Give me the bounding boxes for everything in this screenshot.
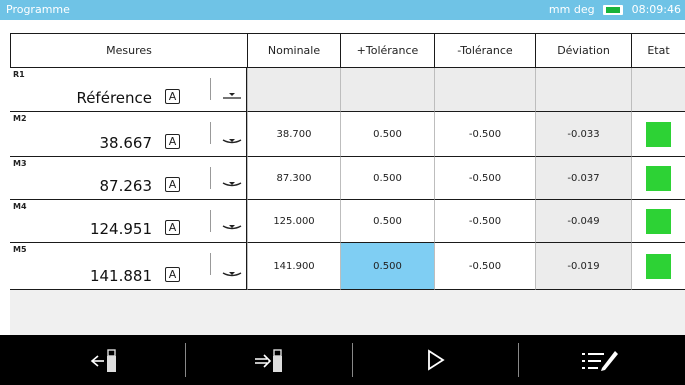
nominal-cell[interactable]: 87.300 — [247, 157, 340, 200]
nominal-cell[interactable]: 141.900 — [247, 243, 340, 290]
edit-list-icon — [582, 351, 618, 371]
header-deviation: Déviation — [535, 33, 631, 68]
status-area: mm deg 08:09:46 — [549, 3, 681, 16]
mode-box[interactable]: A — [165, 177, 180, 192]
header-plus-tolerance: +Tolérance — [340, 33, 434, 68]
nominal-cell[interactable]: 125.000 — [247, 200, 340, 243]
title-bar: Programme mm deg 08:09:46 — [0, 0, 685, 20]
dropdown-arrow-icon[interactable] — [222, 91, 242, 101]
dropdown-arrow-icon[interactable] — [222, 136, 242, 146]
divider — [210, 78, 211, 100]
toolbar-divider — [185, 343, 186, 377]
empty-row[interactable] — [10, 290, 685, 335]
play-icon — [428, 349, 445, 371]
header-minus-tolerance: -Tolérance — [434, 33, 535, 68]
plus-tol-cell[interactable]: 0.500 — [340, 200, 434, 243]
usb-import-icon — [90, 349, 116, 372]
edit-program-button[interactable] — [530, 335, 670, 385]
plus-tol-cell[interactable]: 0.500 — [340, 157, 434, 200]
mode-box[interactable]: A — [165, 89, 180, 104]
deviation-cell: -0.037 — [535, 157, 631, 200]
app-title: Programme — [6, 3, 70, 16]
units-label: mm deg — [548, 3, 595, 16]
row-id: M2 — [13, 114, 27, 123]
export-usb-button[interactable] — [200, 335, 340, 385]
battery-icon — [602, 4, 623, 15]
minus-tol-cell[interactable]: -0.500 — [434, 243, 535, 290]
dropdown-arrow-icon[interactable] — [222, 179, 242, 189]
play-button[interactable] — [366, 335, 506, 385]
minus-tol-cell[interactable]: -0.500 — [434, 112, 535, 157]
header-mesures: Mesures — [10, 33, 247, 68]
mode-box[interactable]: A — [165, 134, 180, 149]
nominal-cell[interactable] — [247, 68, 340, 112]
toolbar-divider — [352, 343, 353, 377]
dropdown-arrow-icon[interactable] — [222, 269, 242, 279]
row-id: M3 — [13, 159, 27, 168]
measure-value: 38.667 — [99, 134, 153, 152]
clock: 08:09:46 — [631, 3, 681, 16]
deviation-cell — [535, 68, 631, 112]
minus-tol-cell[interactable] — [434, 68, 535, 112]
header-etat: Etat — [631, 33, 685, 68]
usb-export-icon — [255, 349, 282, 372]
measure-value: Référence — [76, 89, 152, 107]
measure-cell-m5[interactable]: M5 141.881 A — [10, 243, 247, 290]
toolbar-divider — [518, 343, 519, 377]
divider — [210, 122, 211, 144]
row-id: R1 — [13, 70, 25, 79]
divider — [210, 210, 211, 232]
status-ok-indicator — [646, 208, 671, 234]
status-ok-indicator — [646, 253, 671, 279]
etat-cell — [631, 200, 685, 243]
measure-cell-r1[interactable]: R1 Référence A — [10, 68, 247, 112]
measure-value: 87.263 — [99, 177, 153, 195]
import-usb-button[interactable] — [35, 335, 175, 385]
dropdown-arrow-icon[interactable] — [222, 222, 242, 232]
plus-tol-cell-selected[interactable]: 0.500 — [340, 243, 434, 290]
mode-box[interactable]: A — [165, 220, 180, 235]
measure-cell-m4[interactable]: M4 124.951 A — [10, 200, 247, 243]
deviation-cell: -0.033 — [535, 112, 631, 157]
etat-cell — [631, 112, 685, 157]
divider — [210, 253, 211, 275]
etat-cell — [631, 243, 685, 290]
row-id: M4 — [13, 202, 27, 211]
measure-value: 141.881 — [89, 267, 152, 285]
nominal-cell[interactable]: 38.700 — [247, 112, 340, 157]
deviation-cell: -0.049 — [535, 200, 631, 243]
deviation-cell: -0.019 — [535, 243, 631, 290]
screen: Programme mm deg 08:09:46 Mesures Nomina… — [0, 0, 685, 385]
plus-tol-cell[interactable] — [340, 68, 434, 112]
etat-cell — [631, 157, 685, 200]
minus-tol-cell[interactable]: -0.500 — [434, 157, 535, 200]
measure-cell-m2[interactable]: M2 38.667 A — [10, 112, 247, 157]
etat-cell — [631, 68, 685, 112]
bottom-toolbar — [0, 335, 685, 385]
measure-cell-m3[interactable]: M3 87.263 A — [10, 157, 247, 200]
mode-box[interactable]: A — [165, 267, 180, 282]
status-ok-indicator — [646, 165, 671, 191]
plus-tol-cell[interactable]: 0.500 — [340, 112, 434, 157]
minus-tol-cell[interactable]: -0.500 — [434, 200, 535, 243]
divider — [210, 167, 211, 189]
status-ok-indicator — [646, 121, 671, 147]
header-nominal: Nominale — [247, 33, 340, 68]
row-id: M5 — [13, 245, 27, 254]
measure-value: 124.951 — [89, 220, 152, 238]
